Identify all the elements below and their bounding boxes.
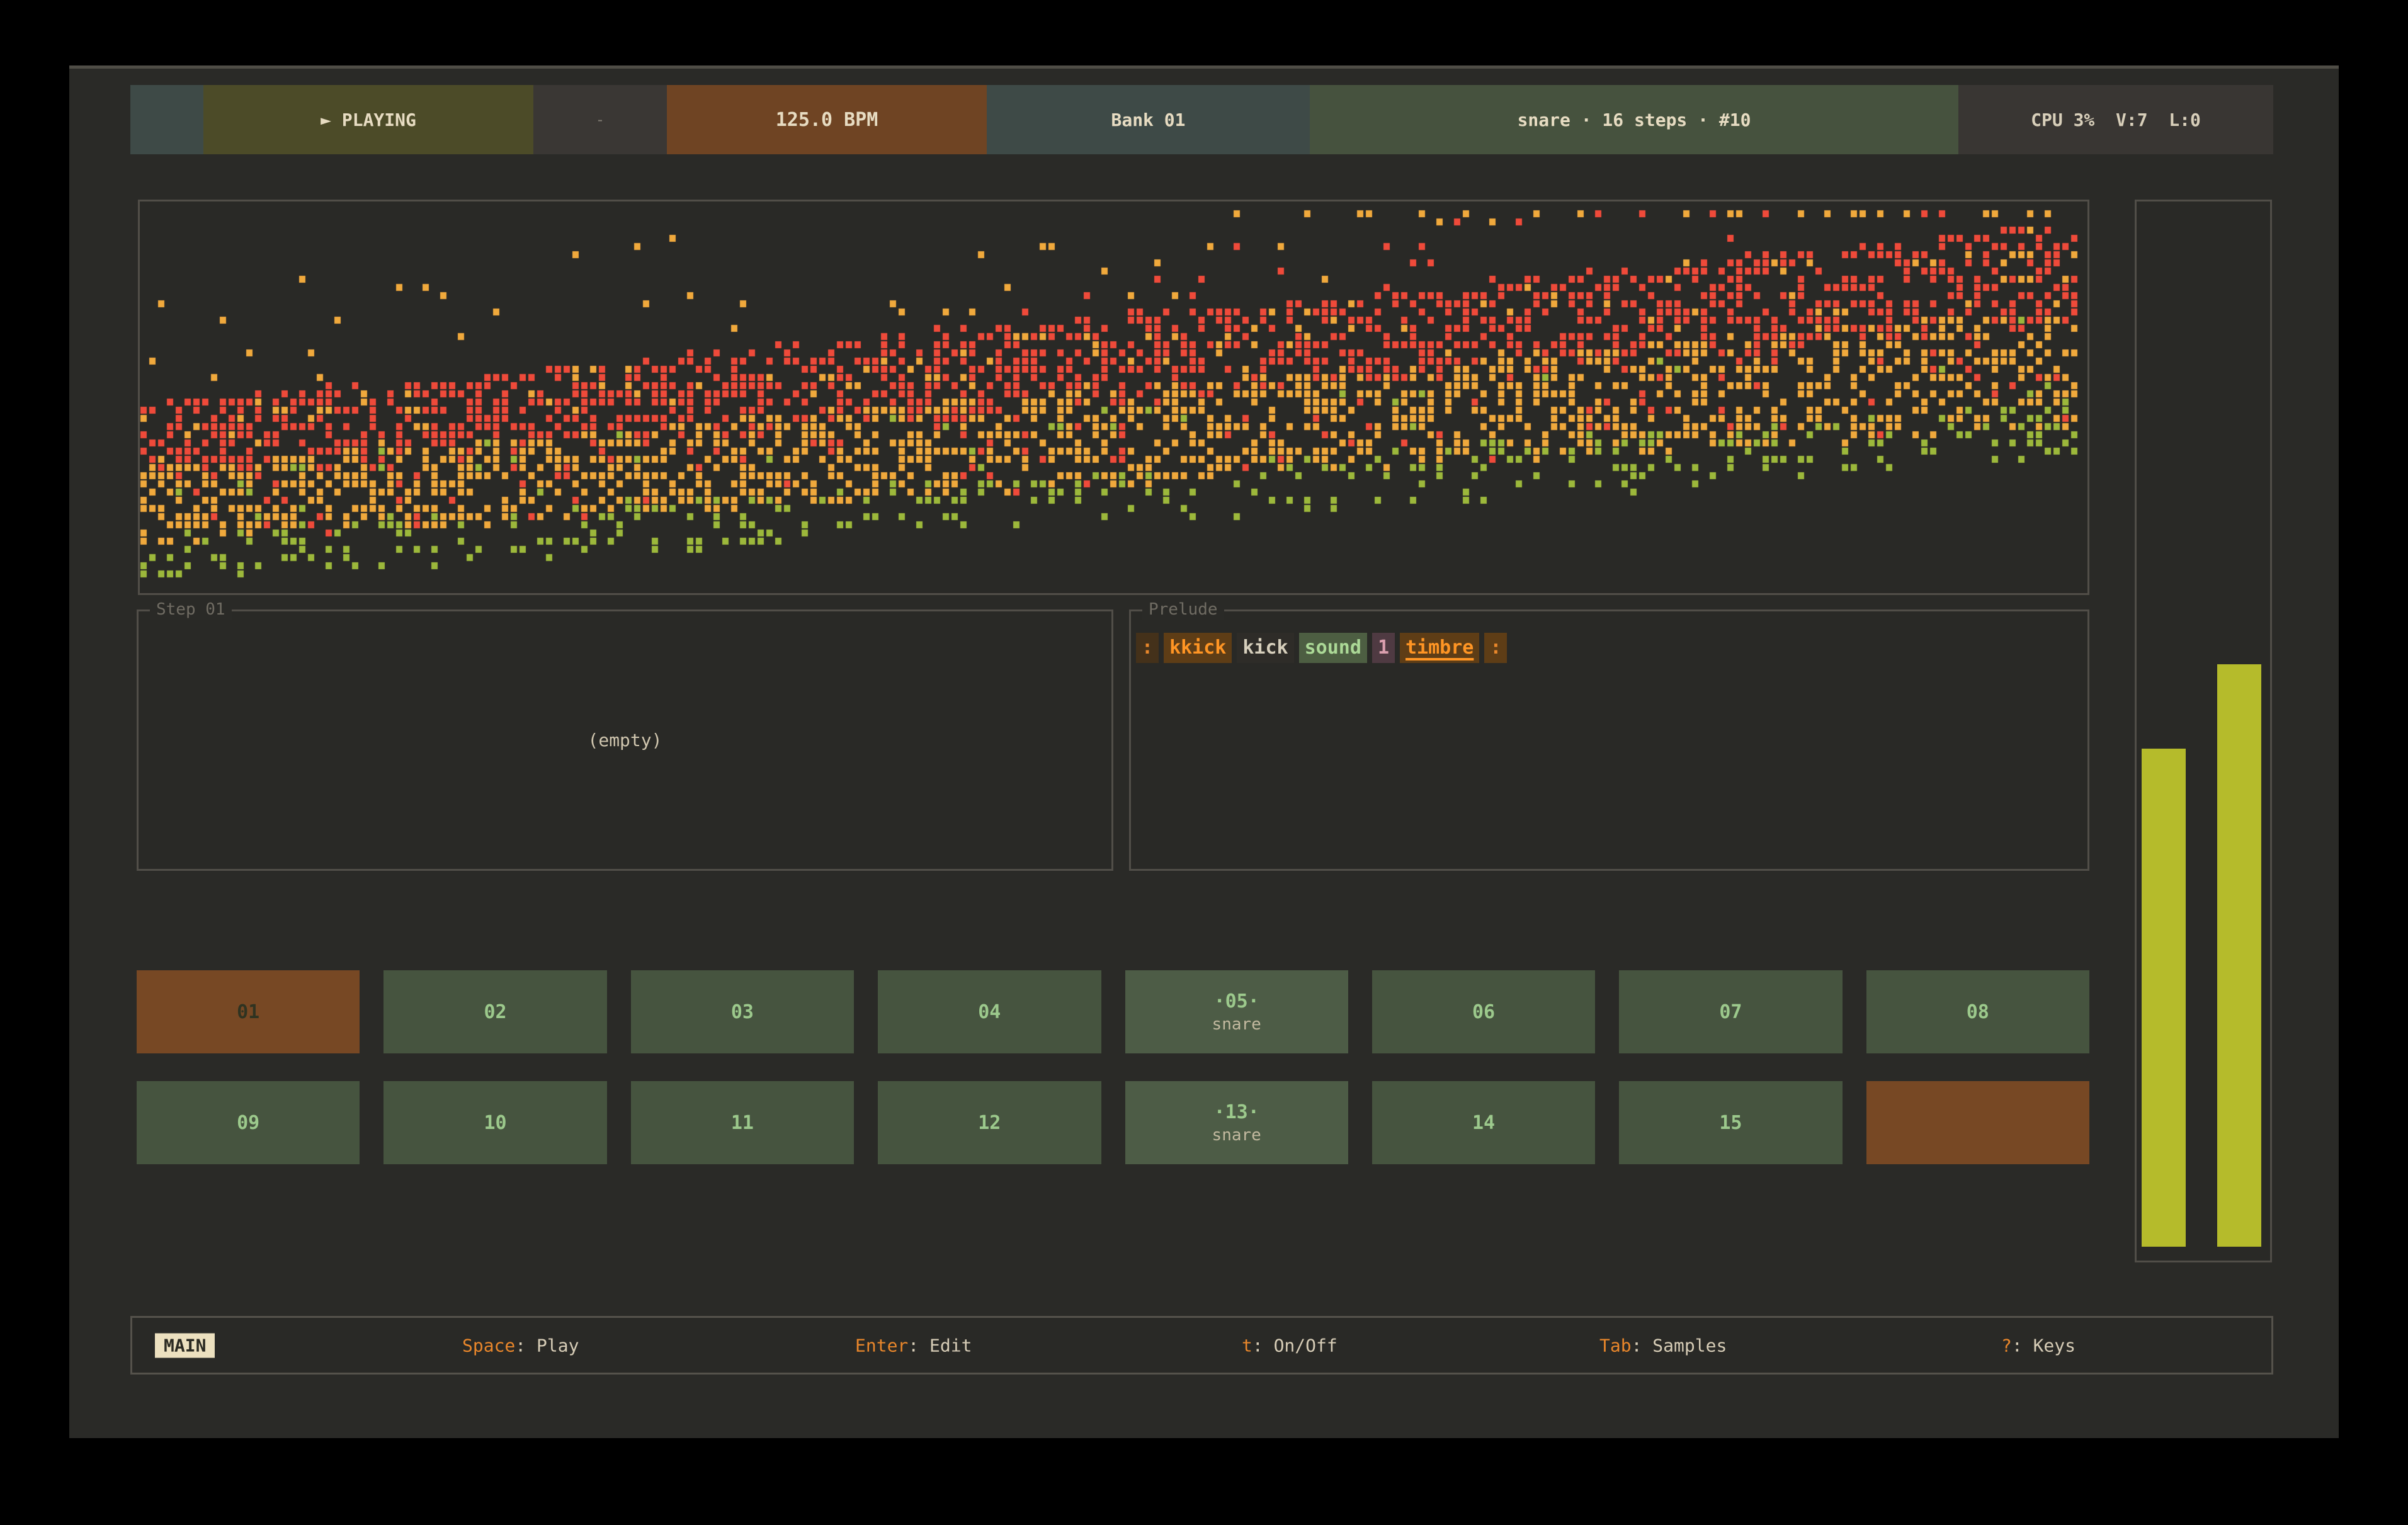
step-cell-13[interactable]: ·13· snare [1125, 1081, 1348, 1164]
step-cell-03[interactable]: 03 [631, 970, 854, 1053]
step-cell-16[interactable] [1866, 1081, 2089, 1164]
key-hint-label: : Play [515, 1335, 579, 1356]
topbar-dash: - [533, 85, 667, 154]
key-hint-label: : Keys [2012, 1335, 2076, 1356]
app-window: ► PLAYING - 125.0 BPM Bank 01 snare · 16… [69, 65, 2339, 1438]
track-info[interactable]: snare · 16 steps · #10 [1310, 85, 1958, 154]
step-cell-15[interactable]: 15 [1619, 1081, 1842, 1164]
footer-bar: MAIN Space: Play Enter: Edit t: On/Off Tab:… [130, 1316, 2273, 1375]
step-cell-02[interactable]: 02 [383, 970, 606, 1053]
top-bar: ► PLAYING - 125.0 BPM Bank 01 snare · 16… [130, 85, 2273, 154]
step-cell-08[interactable]: 08 [1866, 970, 2089, 1053]
transport-label: ► PLAYING [321, 110, 416, 130]
prelude-token-2[interactable]: kick [1237, 633, 1293, 663]
step-cell-label: 09 [237, 1112, 259, 1134]
step-cell-label: ·05· [1214, 990, 1259, 1012]
step-cell-label: 03 [731, 1001, 754, 1023]
sample-visualizer-panel [138, 200, 2089, 595]
prelude-token-5[interactable]: timbre [1400, 633, 1479, 663]
step-cell-10[interactable]: 10 [383, 1081, 606, 1164]
key-hint-play: Space: Play [462, 1335, 579, 1356]
step-empty-label: (empty) [139, 611, 1111, 869]
step-cell-06[interactable]: 06 [1372, 970, 1595, 1053]
prelude-panel: Prelude :kkickkicksound1timbre: [1129, 609, 2089, 871]
step-cell-11[interactable]: 11 [631, 1081, 854, 1164]
topbar-spacer [130, 85, 203, 154]
step-cell-14[interactable]: 14 [1372, 1081, 1595, 1164]
prelude-token-1[interactable]: kkick [1164, 633, 1232, 663]
prelude-code-line[interactable]: :kkickkicksound1timbre: [1136, 633, 1507, 663]
system-stats: CPU 3% V:7 L:0 [1958, 85, 2273, 154]
step-cell-04[interactable]: 04 [878, 970, 1101, 1053]
step-cell-label: 04 [978, 1001, 1001, 1023]
level-meter-bar-0 [2142, 749, 2186, 1247]
key-hint-key: Enter [855, 1335, 908, 1356]
step-cell-01[interactable]: 01 [137, 970, 360, 1053]
prelude-token-4[interactable]: 1 [1372, 633, 1395, 663]
key-hint-label: : Edit [908, 1335, 972, 1356]
step-cell-05[interactable]: ·05· snare [1125, 970, 1348, 1053]
key-hint-samples: Tab: Samples [1599, 1335, 1727, 1356]
key-hint-keys: ?: Keys [2001, 1335, 2076, 1356]
transport-status[interactable]: ► PLAYING [203, 85, 533, 154]
step-cell-label: 08 [1967, 1001, 1989, 1023]
key-hint-key: Tab [1599, 1335, 1632, 1356]
step-cell-label: 12 [978, 1112, 1001, 1134]
key-hint-label: : On/Off [1252, 1335, 1337, 1356]
step-cell-label: 06 [1472, 1001, 1495, 1023]
key-hint-edit: Enter: Edit [855, 1335, 972, 1356]
step-cell-label: 11 [731, 1112, 754, 1134]
key-hint-label: : Samples [1632, 1335, 1727, 1356]
prelude-token-0[interactable]: : [1136, 633, 1159, 663]
key-hint-onoff: t: On/Off [1242, 1335, 1337, 1356]
step-cell-sample-name: snare [1212, 1126, 1261, 1145]
step-cell-label: 15 [1719, 1112, 1742, 1134]
step-cell-label: 01 [237, 1001, 259, 1023]
level-meter-panel [2135, 200, 2272, 1262]
step-cell-09[interactable]: 09 [137, 1081, 360, 1164]
track-info-label: snare · 16 steps · #10 [1518, 110, 1751, 130]
step-cell-label: 02 [484, 1001, 507, 1023]
page: { "topbar": { "transport": "► PLAYING", … [0, 0, 2408, 1525]
prelude-title: Prelude [1142, 599, 1224, 620]
mode-badge: MAIN [155, 1333, 215, 1358]
bpm-display[interactable]: 125.0 BPM [667, 85, 987, 154]
key-hint-key: t [1242, 1335, 1252, 1356]
step-detail-panel: Step 01 (empty) [137, 609, 1113, 871]
key-hint-key: ? [2001, 1335, 2012, 1356]
level-meter-bar-1 [2217, 664, 2261, 1247]
bank-display[interactable]: Bank 01 [987, 85, 1310, 154]
bpm-label: 125.0 BPM [776, 109, 878, 131]
step-grid: 01 02 03 04 ·05· snare 06 07 08 09 10 11 12 ·13· snare… [137, 970, 2089, 1164]
step-cell-label: 14 [1472, 1112, 1495, 1134]
key-hint-key: Space [462, 1335, 515, 1356]
step-cell-07[interactable]: 07 [1619, 970, 1842, 1053]
step-cell-12[interactable]: 12 [878, 1081, 1101, 1164]
bank-label: Bank 01 [1111, 110, 1185, 130]
step-cell-sample-name: snare [1212, 1015, 1261, 1034]
step-cell-label: ·13· [1214, 1101, 1259, 1123]
step-cell-label: 07 [1719, 1001, 1742, 1023]
prelude-token-3[interactable]: sound [1299, 633, 1367, 663]
prelude-token-6[interactable]: : [1484, 633, 1507, 663]
step-cell-label: 10 [484, 1112, 507, 1134]
sample-visualizer [140, 201, 2087, 593]
